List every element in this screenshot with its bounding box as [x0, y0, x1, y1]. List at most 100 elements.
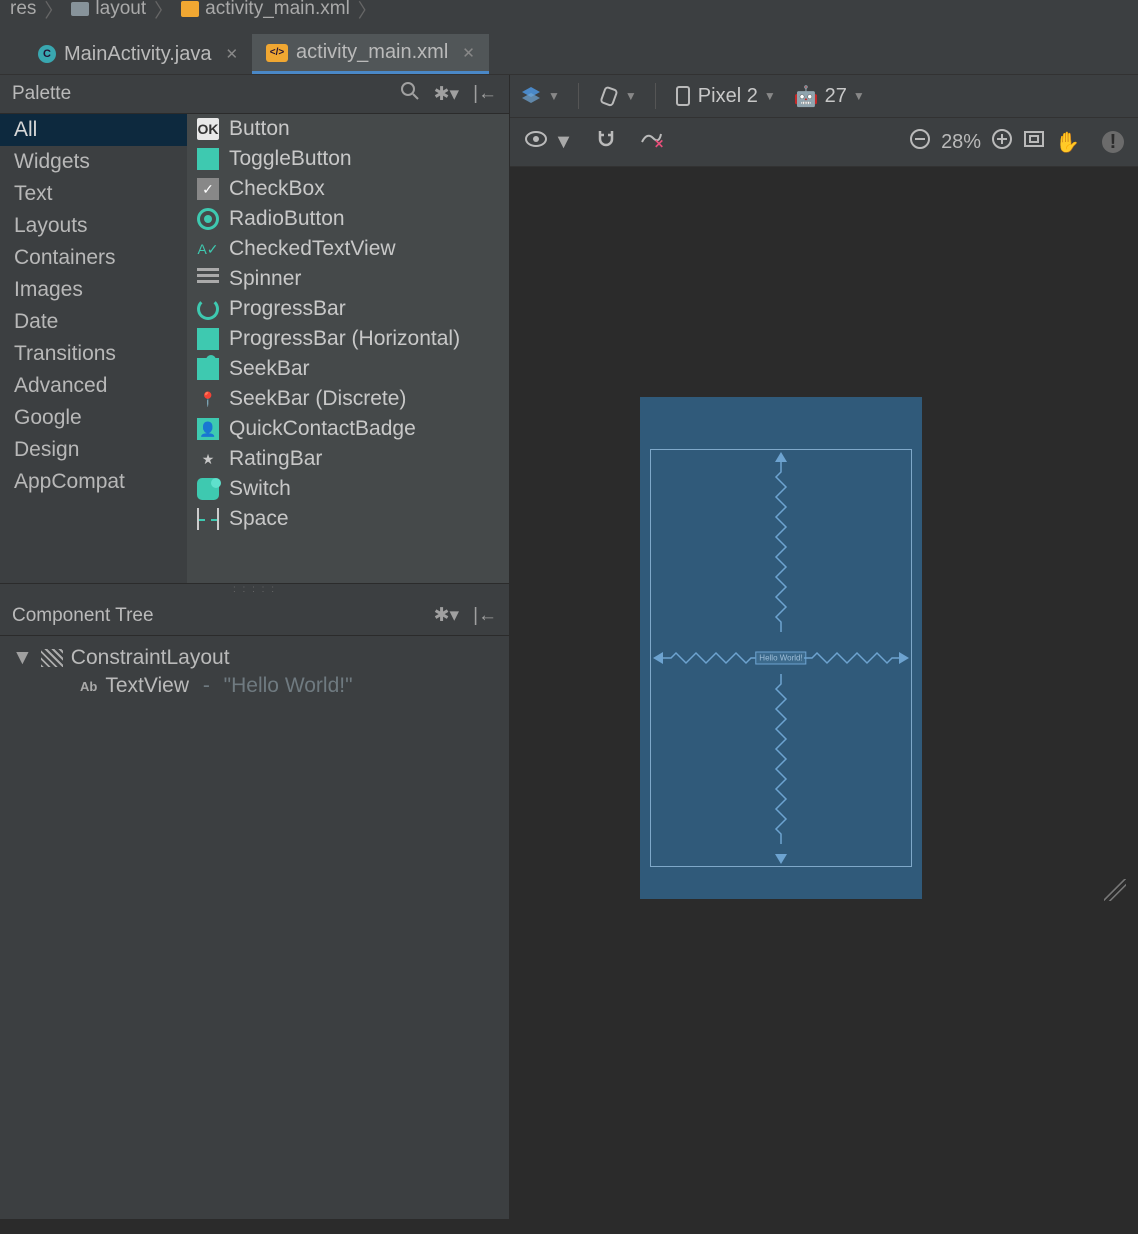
close-icon[interactable]: ✕: [225, 45, 238, 63]
palette-item-button[interactable]: OKButton: [187, 114, 509, 144]
xml-file-icon: </>: [266, 44, 288, 62]
palette-title: Palette: [12, 83, 386, 105]
warnings-icon[interactable]: !: [1102, 131, 1124, 153]
palette-item-switch[interactable]: Switch: [187, 474, 509, 504]
view-options-button[interactable]: ▼: [524, 130, 573, 154]
component-tree-header: Component Tree ✱▾ |←: [0, 596, 509, 636]
search-icon[interactable]: [400, 81, 420, 107]
hprogressbar-icon: [197, 328, 219, 350]
space-icon: [197, 508, 219, 530]
switch-icon: [197, 478, 219, 500]
component-tree: ▼ ConstraintLayout Ab TextView - "Hello …: [0, 636, 509, 1219]
palette-cat-appcompat[interactable]: AppCompat: [0, 466, 187, 498]
palette-item-togglebutton[interactable]: ToggleButton: [187, 144, 509, 174]
constraint-arrow-left-icon: [653, 652, 663, 664]
palette-item-checkbox[interactable]: ✓CheckBox: [187, 174, 509, 204]
java-file-icon: C: [38, 45, 56, 63]
clear-constraints-icon[interactable]: ✕: [639, 128, 663, 156]
design-canvas[interactable]: Hello World!: [510, 167, 1138, 1191]
component-tree-title: Component Tree: [12, 605, 420, 627]
palette-cat-images[interactable]: Images: [0, 274, 187, 306]
chevron-down-icon: ▼: [625, 89, 637, 103]
palette-categories: All Widgets Text Layouts Containers Imag…: [0, 114, 187, 583]
device-preview[interactable]: Hello World!: [640, 397, 922, 899]
constraint-spring-left: [663, 651, 758, 665]
breadcrumb-item-file[interactable]: activity_main.xml: [205, 0, 350, 20]
close-icon[interactable]: ✕: [462, 44, 475, 62]
seekbar-discrete-icon: 📍: [197, 388, 219, 410]
palette-item-checkedtextview[interactable]: A✓CheckedTextView: [187, 234, 509, 264]
palette-cat-containers[interactable]: Containers: [0, 242, 187, 274]
breadcrumb-sep: 〉: [44, 0, 63, 23]
tab-mainactivity[interactable]: C MainActivity.java ✕: [24, 34, 252, 74]
magnet-icon[interactable]: [595, 128, 617, 156]
design-toolbar: ▼ ▼ Pixel 2 ▼ 🤖 27 ▼: [510, 75, 1138, 118]
split-handle[interactable]: : : : : :: [0, 584, 509, 596]
zoom-fit-button[interactable]: [1023, 130, 1045, 154]
tab-label: MainActivity.java: [64, 43, 211, 66]
palette-item-seekbar-discrete[interactable]: 📍SeekBar (Discrete): [187, 384, 509, 414]
palette-cat-design[interactable]: Design: [0, 434, 187, 466]
caret-down-icon[interactable]: ▼: [12, 646, 33, 670]
device-selector[interactable]: Pixel 2 ▼: [674, 85, 776, 108]
checkbox-icon: ✓: [197, 178, 219, 200]
palette-item-radiobutton[interactable]: RadioButton: [187, 204, 509, 234]
palette-item-progressbar[interactable]: ProgressBar: [187, 294, 509, 324]
palette-item-quickcontactbadge[interactable]: 👤QuickContactBadge: [187, 414, 509, 444]
gear-icon[interactable]: ✱▾: [434, 83, 459, 106]
breadcrumb: res 〉 layout 〉 activity_main.xml 〉: [0, 0, 1138, 18]
breadcrumb-sep: 〉: [154, 0, 173, 23]
palette-item-space[interactable]: Space: [187, 504, 509, 534]
breadcrumb-sep: 〉: [358, 0, 377, 23]
palette-cat-all[interactable]: All: [0, 114, 187, 146]
palette-cat-transitions[interactable]: Transitions: [0, 338, 187, 370]
editor-tabs: C MainActivity.java ✕ </> activity_main.…: [0, 18, 1138, 75]
pan-icon[interactable]: ✋: [1055, 130, 1080, 155]
resize-handle[interactable]: [1096, 871, 1126, 901]
breadcrumb-item-res[interactable]: res: [10, 0, 36, 20]
chevron-down-icon: ▼: [853, 89, 865, 103]
palette-cat-layouts[interactable]: Layouts: [0, 210, 187, 242]
design-surface-button[interactable]: ▼: [520, 85, 560, 107]
zoom-out-button[interactable]: [909, 128, 931, 156]
button-icon: OK: [197, 118, 219, 140]
constraintlayout-icon: [41, 649, 63, 667]
palette-item-seekbar[interactable]: SeekBar: [187, 354, 509, 384]
constraint-arrow-down-icon: [775, 854, 787, 864]
tree-row-constraintlayout[interactable]: ▼ ConstraintLayout: [6, 644, 503, 672]
palette-items: OKButton ToggleButton ✓CheckBox RadioBut…: [187, 114, 509, 583]
progressbar-icon: [197, 298, 219, 320]
zoom-level: 28%: [941, 131, 981, 154]
seekbar-icon: [197, 358, 219, 380]
textview-preview[interactable]: Hello World!: [755, 652, 806, 665]
zoom-in-button[interactable]: [991, 128, 1013, 156]
palette-cat-date[interactable]: Date: [0, 306, 187, 338]
collapse-icon[interactable]: |←: [473, 605, 497, 627]
palette-cat-google[interactable]: Google: [0, 402, 187, 434]
spinner-icon: [197, 268, 219, 290]
palette-item-ratingbar[interactable]: ★RatingBar: [187, 444, 509, 474]
api-selector[interactable]: 🤖 27 ▼: [794, 84, 865, 109]
gear-icon[interactable]: ✱▾: [434, 604, 459, 627]
chevron-down-icon: ▼: [554, 131, 574, 153]
palette-cat-text[interactable]: Text: [0, 178, 187, 210]
star-icon: ★: [197, 448, 219, 470]
svg-text:✕: ✕: [654, 137, 663, 150]
constraint-spring-top: [774, 462, 788, 642]
contact-icon: 👤: [197, 418, 219, 440]
left-panel: Palette ✱▾ |← All Widgets Text Layouts C…: [0, 75, 510, 1219]
palette-item-progressbar-horizontal[interactable]: ProgressBar (Horizontal): [187, 324, 509, 354]
constraint-layout-bounds[interactable]: Hello World!: [650, 449, 912, 867]
palette-cat-advanced[interactable]: Advanced: [0, 370, 187, 402]
collapse-icon[interactable]: |←: [473, 83, 497, 105]
constraint-arrow-right-icon: [899, 652, 909, 664]
constraint-spring-bottom: [774, 674, 788, 854]
orientation-button[interactable]: ▼: [597, 85, 637, 107]
breadcrumb-item-layout[interactable]: layout: [95, 0, 146, 20]
design-editor: ▼ ▼ Pixel 2 ▼ 🤖 27 ▼ ▼: [510, 75, 1138, 1219]
tab-label: activity_main.xml: [296, 41, 448, 64]
tree-row-textview[interactable]: Ab TextView - "Hello World!": [6, 672, 503, 700]
tab-activity-main[interactable]: </> activity_main.xml ✕: [252, 34, 489, 74]
palette-cat-widgets[interactable]: Widgets: [0, 146, 187, 178]
palette-item-spinner[interactable]: Spinner: [187, 264, 509, 294]
